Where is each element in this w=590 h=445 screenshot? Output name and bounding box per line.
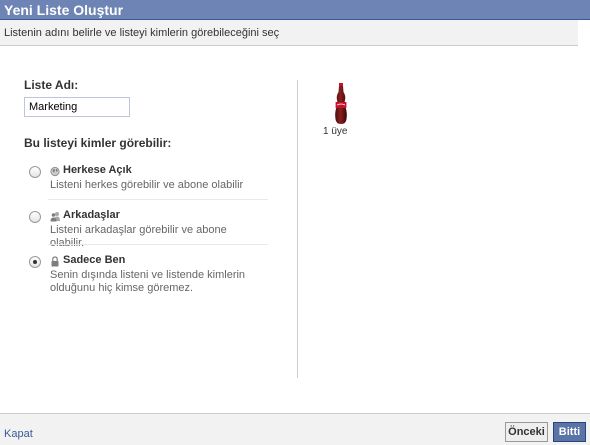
only-me-option-description: Senin dışında listeni ve listende kimler… [50, 269, 246, 294]
option-divider [48, 244, 268, 245]
lock-icon [50, 254, 60, 267]
friends-icon [50, 209, 60, 222]
public-option-description: Listeni herkes görebilir ve abone olabil… [50, 179, 244, 191]
list-name-label: Liste Adı: [24, 78, 79, 92]
friends-option-title: Arkadaşlar [63, 209, 120, 221]
public-radio[interactable] [29, 166, 41, 178]
column-divider [297, 80, 298, 378]
subheader-edge [578, 20, 590, 46]
member-count: 1 üye [323, 126, 348, 137]
previous-button[interactable]: Önceki [505, 422, 548, 442]
globe-icon [50, 164, 60, 177]
dialog-title: Yeni Liste Oluştur [4, 2, 124, 18]
friends-radio[interactable] [29, 211, 41, 223]
coke-bottle-icon [333, 83, 349, 130]
friends-option-description: Listeni arkadaşlar görebilir ve abone ol… [50, 224, 227, 249]
done-button[interactable]: Bitti [553, 422, 586, 442]
list-name-input[interactable] [24, 97, 130, 117]
option-divider [48, 199, 268, 200]
dialog-subtitle: Listenin adını belirle ve listeyi kimler… [4, 27, 280, 39]
only-me-radio[interactable] [29, 256, 41, 268]
dialog-footer: Kapat Önceki Bitti [0, 413, 590, 445]
visibility-label: Bu listeyi kimler görebilir: [24, 136, 172, 150]
close-link[interactable]: Kapat [4, 428, 33, 440]
public-option-title: Herkese Açık [63, 164, 132, 176]
only-me-option-title: Sadece Ben [63, 254, 126, 266]
dialog-titlebar: Yeni Liste Oluştur [0, 0, 590, 20]
dialog-subheader: Listenin adını belirle ve listeyi kimler… [0, 20, 578, 46]
